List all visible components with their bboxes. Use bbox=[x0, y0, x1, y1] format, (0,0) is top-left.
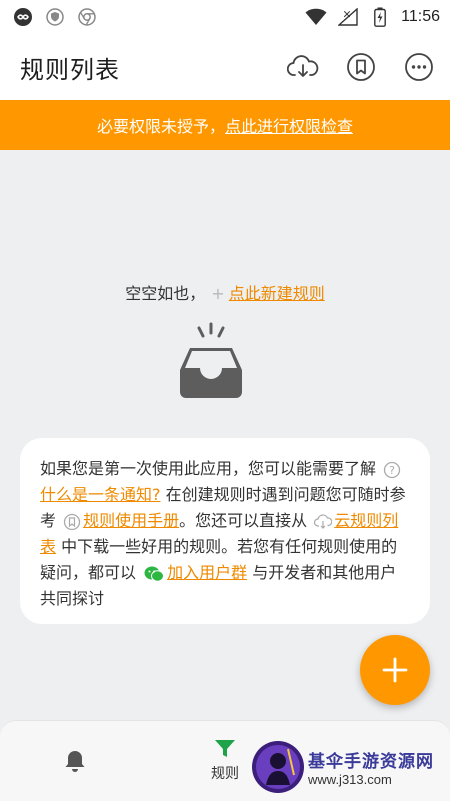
permission-check-link[interactable]: 点此进行权限检查 bbox=[225, 113, 353, 137]
help-card: 如果您是第一次使用此应用，您可以能需要了解 ? 什么是一条通知? 在创建规则时遇到… bbox=[20, 438, 430, 624]
what-is-notification-link[interactable]: 什么是一条通知? bbox=[40, 485, 161, 504]
app-bar: 规则列表 bbox=[0, 34, 450, 100]
shield-icon bbox=[44, 6, 66, 28]
watermark-title: 基伞手游资源网 bbox=[308, 752, 434, 772]
filter-icon bbox=[215, 740, 235, 757]
battery-icon bbox=[369, 6, 391, 28]
signal-icon bbox=[337, 6, 359, 28]
bell-icon bbox=[65, 751, 85, 772]
plus-icon: + bbox=[211, 284, 225, 303]
infinity-icon bbox=[12, 6, 34, 28]
cloud-download-button[interactable] bbox=[286, 50, 320, 84]
page-title: 规则列表 bbox=[20, 55, 120, 84]
wechat-icon bbox=[144, 566, 165, 582]
rule-manual-link[interactable]: 规则使用手册 bbox=[83, 511, 179, 530]
nav-label-rules: 规则 bbox=[211, 766, 239, 782]
bookmark-icon bbox=[347, 53, 375, 81]
question-icon: ? bbox=[383, 461, 401, 478]
help-text: 如果您是第一次使用此应用，您可以能需要了解 bbox=[40, 459, 377, 478]
empty-state: 空空如也， + 点此新建规则 bbox=[0, 280, 450, 304]
plus-icon bbox=[382, 657, 408, 683]
join-user-group-link[interactable]: 加入用户群 bbox=[167, 563, 247, 582]
clock: 11:56 bbox=[401, 8, 440, 25]
banner-text: 必要权限未授予， bbox=[96, 117, 225, 136]
more-icon bbox=[405, 53, 433, 81]
empty-inbox-icon bbox=[180, 322, 242, 398]
cloud-download-icon bbox=[287, 55, 319, 77]
watermark-logo-icon bbox=[252, 741, 304, 793]
more-options-button[interactable] bbox=[402, 50, 436, 84]
bookmark-button[interactable] bbox=[344, 50, 378, 84]
watermark-url: www.j313.com bbox=[308, 772, 392, 787]
status-bar: 11:56 bbox=[0, 0, 450, 34]
bookmark-icon bbox=[63, 513, 81, 530]
watermark: 基伞手游资源网 www.j313.com bbox=[250, 738, 446, 796]
help-text: 。您还可以直接从 bbox=[179, 511, 308, 530]
permission-banner[interactable]: 必要权限未授予， 点此进行权限检查 bbox=[0, 100, 450, 150]
wifi-icon bbox=[305, 6, 327, 28]
nav-item-notifications[interactable] bbox=[25, 721, 125, 801]
empty-text: 空空如也， bbox=[125, 284, 206, 303]
svg-text:?: ? bbox=[389, 464, 395, 477]
cloud-download-icon bbox=[314, 513, 333, 529]
chrome-icon bbox=[76, 6, 98, 28]
create-rule-link[interactable]: 点此新建规则 bbox=[229, 284, 325, 303]
add-rule-fab[interactable] bbox=[360, 635, 430, 705]
